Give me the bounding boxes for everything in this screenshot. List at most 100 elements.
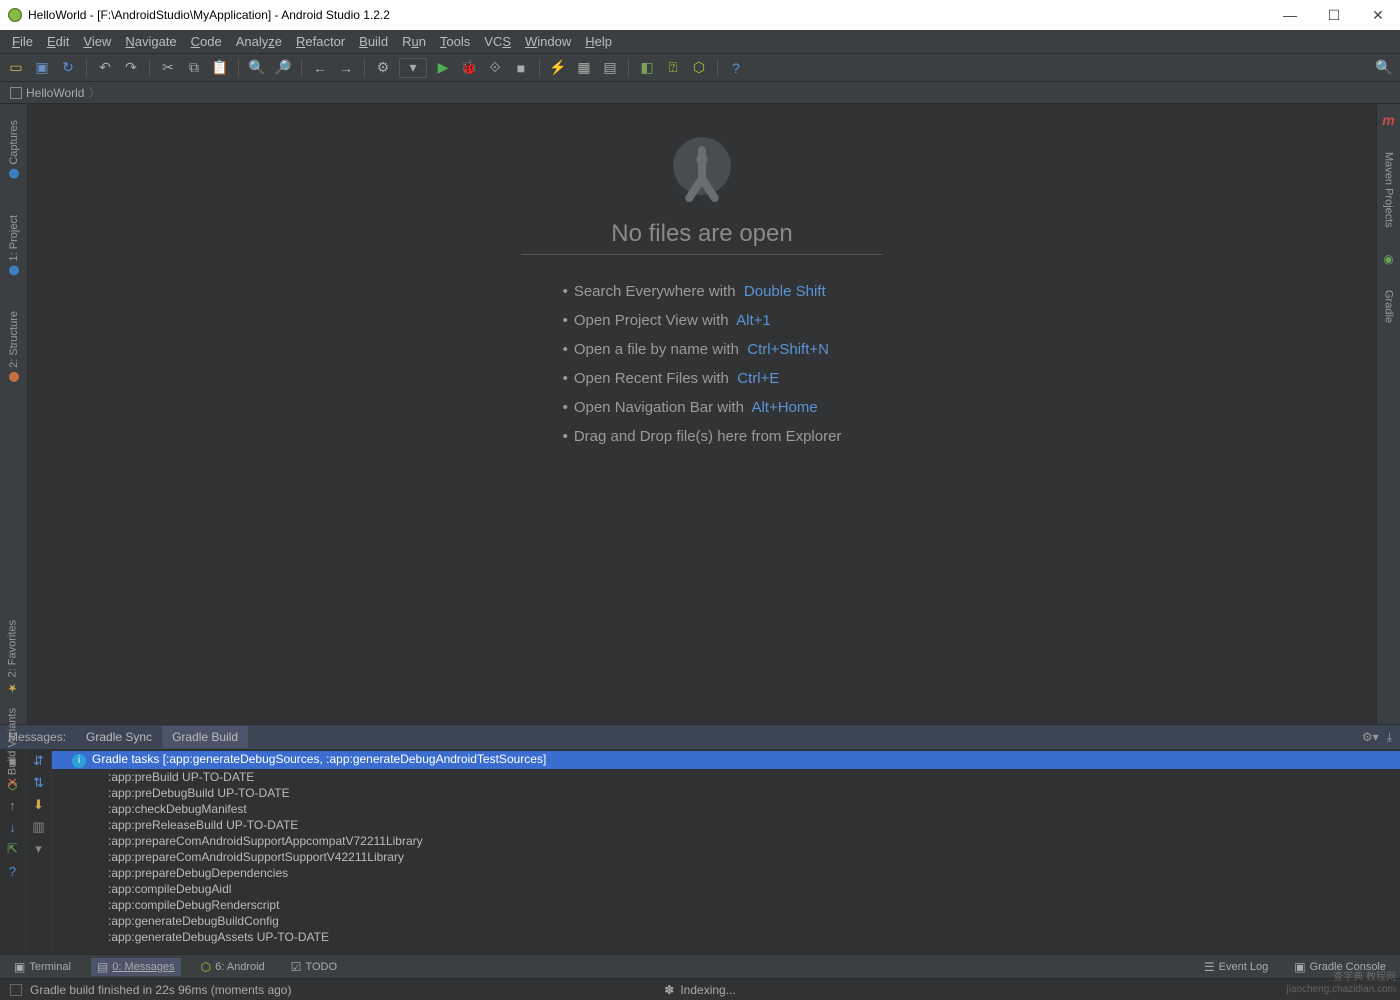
folder-icon — [10, 87, 22, 99]
menu-run[interactable]: Run — [396, 32, 432, 51]
tab-maven[interactable]: Maven Projects — [1383, 146, 1395, 234]
main-area: Captures 1: Project 2: Structure No file… — [0, 104, 1400, 724]
tab-todo[interactable]: ☑TODO — [285, 958, 343, 976]
window-title: HelloWorld - [F:\AndroidStudio\MyApplica… — [28, 8, 390, 22]
menu-window[interactable]: Window — [519, 32, 577, 51]
tab-build-variants[interactable]: ⬡Build Variants — [6, 708, 19, 792]
help2-icon[interactable]: ? — [5, 863, 21, 879]
search-icon[interactable]: 🔍 — [1374, 58, 1394, 78]
hide-icon[interactable]: ⤓ — [1387, 730, 1392, 745]
menu-help[interactable]: Help — [579, 32, 618, 51]
undo-icon[interactable]: ↶ — [95, 58, 115, 78]
menu-tools[interactable]: Tools — [434, 32, 476, 51]
editor-heading: No files are open — [521, 220, 882, 255]
tab-messages[interactable]: ▤0: Messages — [91, 958, 181, 976]
export-icon[interactable]: ⇱ — [5, 841, 21, 857]
menu-code[interactable]: Code — [185, 32, 228, 51]
breadcrumb-item[interactable]: HelloWorld — [26, 86, 84, 100]
debug-icon[interactable]: 🐞 — [459, 58, 479, 78]
run-config-dropdown[interactable]: ▾ — [399, 58, 427, 78]
tab-gradle-build[interactable]: Gradle Build — [162, 726, 248, 748]
collapse-icon[interactable]: ⇅ — [31, 775, 47, 791]
message-row[interactable]: :app:generateDebugAssets UP-TO-DATE — [52, 929, 1400, 945]
right-tool-strip: m Maven Projects ◉ Gradle — [1376, 104, 1400, 724]
menu-edit[interactable]: Edit — [41, 32, 75, 51]
message-row[interactable]: :app:compileDebugAidl — [52, 881, 1400, 897]
tab-project[interactable]: 1: Project — [8, 209, 20, 281]
message-row[interactable]: :app:checkDebugManifest — [52, 801, 1400, 817]
menu-file[interactable]: File — [6, 32, 39, 51]
down-icon[interactable]: ↓ — [5, 819, 21, 835]
messages-tabs: Messages: Gradle Sync Gradle Build ⚙▾ ⤓ — [0, 725, 1400, 749]
attach-icon[interactable]: ⟐ — [485, 58, 505, 78]
tab-event-log[interactable]: ☰Event Log — [1198, 958, 1274, 976]
paste-icon[interactable]: 📋 — [210, 58, 230, 78]
tip-project-view: •Open Project View with Alt+1 — [563, 312, 842, 329]
filter-icon[interactable]: ▾ — [31, 841, 47, 857]
tab-favorites[interactable]: ★2: Favorites — [6, 620, 19, 694]
replace-icon[interactable]: 🔎 — [273, 58, 293, 78]
redo-icon[interactable]: ↷ — [121, 58, 141, 78]
make-icon[interactable]: ⚙ — [373, 58, 393, 78]
import-icon[interactable]: ⬇ — [31, 797, 47, 813]
stop-icon[interactable]: ■ — [511, 58, 531, 78]
find-icon[interactable]: 🔍 — [247, 58, 267, 78]
forward-icon[interactable]: → — [336, 58, 356, 78]
tab-terminal[interactable]: ▣Terminal — [8, 958, 77, 976]
expand-icon[interactable]: ⇵ — [31, 753, 47, 769]
messages-tree[interactable]: iGradle tasks [:app:generateDebugSources… — [52, 749, 1400, 954]
menu-navigate[interactable]: Navigate — [119, 32, 182, 51]
tab-gradle-sync[interactable]: Gradle Sync — [76, 726, 162, 748]
back-icon[interactable]: ← — [310, 58, 330, 78]
menu-refactor[interactable]: Refactor — [290, 32, 351, 51]
android-icon[interactable]: ⍰ — [663, 58, 683, 78]
avd-icon[interactable]: ⚡ — [548, 58, 568, 78]
tab-android[interactable]: ⬡6: Android — [195, 958, 271, 976]
tip-search: •Search Everywhere with Double Shift — [563, 283, 842, 300]
window-titlebar: HelloWorld - [F:\AndroidStudio\MyApplica… — [0, 0, 1400, 30]
run-icon[interactable]: ▶ — [433, 58, 453, 78]
menu-analyze[interactable]: Analyze — [230, 32, 288, 51]
maximize-button[interactable]: ☐ — [1320, 7, 1348, 24]
status-bar: Gradle build finished in 22s 96ms (momen… — [0, 978, 1400, 1000]
sdk-icon[interactable]: ▦ — [574, 58, 594, 78]
log-icon: ☰ — [1204, 960, 1215, 974]
menubar: File Edit View Navigate Code Analyze Ref… — [0, 30, 1400, 54]
tip-nav-bar: •Open Navigation Bar with Alt+Home — [563, 399, 842, 416]
android2-icon[interactable]: ⬡ — [689, 58, 709, 78]
info-icon: i — [72, 754, 86, 768]
app-icon — [8, 8, 22, 22]
status-icon[interactable] — [10, 984, 22, 996]
message-row[interactable]: :app:compileDebugRenderscript — [52, 897, 1400, 913]
message-row[interactable]: :app:prepareComAndroidSupportSupportV422… — [52, 849, 1400, 865]
copy-icon[interactable]: ⧉ — [184, 58, 204, 78]
menu-vcs[interactable]: VCS — [478, 32, 517, 51]
pin-icon[interactable]: ▥ — [31, 819, 47, 835]
layout-icon[interactable]: ◧ — [637, 58, 657, 78]
message-row[interactable]: :app:generateDebugBuildConfig — [52, 913, 1400, 929]
message-row[interactable]: :app:preBuild UP-TO-DATE — [52, 769, 1400, 785]
tip-recent-files: •Open Recent Files with Ctrl+E — [563, 370, 842, 387]
sync-icon[interactable]: ↻ — [58, 58, 78, 78]
editor-tips: •Search Everywhere with Double Shift •Op… — [563, 283, 842, 445]
save-icon[interactable]: ▣ — [32, 58, 52, 78]
cut-icon[interactable]: ✂ — [158, 58, 178, 78]
gear-icon[interactable]: ⚙▾ — [1362, 730, 1379, 745]
tab-captures[interactable]: Captures — [8, 114, 20, 185]
help-icon[interactable]: ? — [726, 58, 746, 78]
monitor-icon[interactable]: ▤ — [600, 58, 620, 78]
message-row[interactable]: :app:prepareComAndroidSupportAppcompatV7… — [52, 833, 1400, 849]
open-icon[interactable]: ▭ — [6, 58, 26, 78]
todo-icon: ☑ — [291, 960, 302, 974]
menu-build[interactable]: Build — [353, 32, 394, 51]
message-row[interactable]: :app:prepareDebugDependencies — [52, 865, 1400, 881]
tab-structure[interactable]: 2: Structure — [8, 305, 20, 388]
tab-gradle[interactable]: Gradle — [1383, 284, 1395, 329]
up-icon[interactable]: ↑ — [5, 797, 21, 813]
menu-view[interactable]: View — [77, 32, 117, 51]
message-row-selected[interactable]: iGradle tasks [:app:generateDebugSources… — [52, 751, 1400, 769]
message-row[interactable]: :app:preDebugBuild UP-TO-DATE — [52, 785, 1400, 801]
close-button[interactable]: ✕ — [1364, 7, 1392, 24]
message-row[interactable]: :app:preReleaseBuild UP-TO-DATE — [52, 817, 1400, 833]
minimize-button[interactable]: — — [1276, 7, 1304, 24]
